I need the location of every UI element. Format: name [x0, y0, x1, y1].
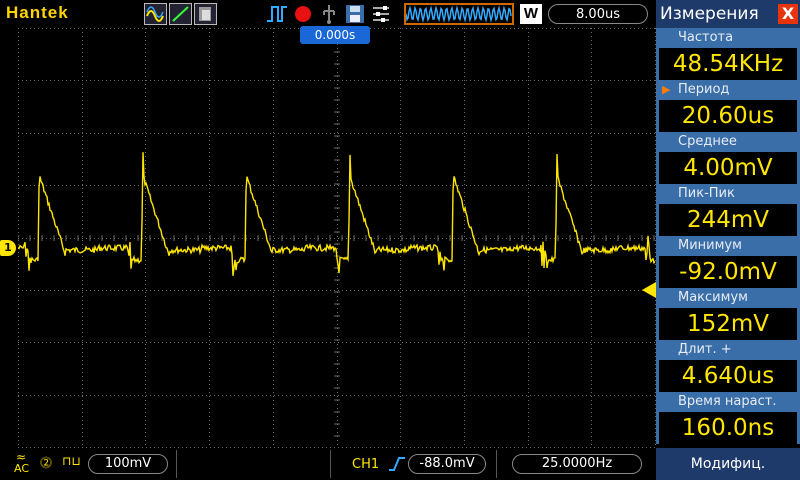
measurement-label: Минимум — [656, 236, 800, 256]
measurement-value: -92.0mV — [656, 256, 800, 288]
measurement-value: 244mV — [656, 204, 800, 236]
measurement-item[interactable]: Минимум -92.0mV — [656, 236, 800, 288]
status-bar: ≈ AC ⓶ ⊓⊔ 100mV CH1 -88.0mV 25.0000Hz — [0, 448, 656, 480]
xy-mode-icon[interactable] — [169, 3, 192, 25]
wave-button[interactable]: W — [520, 4, 542, 24]
measurement-value: 48.54KHz — [656, 48, 800, 80]
coupling-label: AC — [14, 462, 30, 475]
measurement-label: Частота — [656, 28, 800, 48]
measurement-item[interactable]: Максимум 152mV — [656, 288, 800, 340]
sidebar-title-text: Измерения — [660, 4, 759, 24]
measurements-sidebar: Измерения X Частота48.54KHzПериод20.60us… — [656, 0, 800, 480]
trigger-level-marker[interactable] — [642, 282, 656, 298]
scope-screen[interactable] — [17, 27, 656, 448]
rising-edge-icon — [389, 457, 405, 471]
top-toolbar: Hantek W 8.00us — [0, 0, 656, 28]
measurement-item[interactable]: Период20.60us — [656, 80, 800, 132]
measurement-item[interactable]: Длит. +4.640us — [656, 340, 800, 392]
ch1-offset-marker[interactable]: 1 — [0, 240, 16, 256]
measurement-value: 152mV — [656, 308, 800, 340]
measurement-label: Период — [656, 80, 800, 100]
trigger-frequency-readout[interactable]: 25.0000Hz — [512, 454, 642, 474]
display-mode-group — [144, 3, 217, 25]
measurement-item[interactable]: Время нараст. 160.0ns — [656, 392, 800, 444]
sidebar-title: Измерения X — [656, 0, 800, 28]
measurement-value: 160.0ns — [656, 412, 800, 444]
trigger-position-marker[interactable]: 0.000s — [300, 26, 370, 44]
usb-icon[interactable] — [318, 3, 340, 25]
measurement-label: Длит. + — [656, 340, 800, 360]
measurement-value: 4.00mV — [656, 152, 800, 184]
divider — [176, 450, 177, 478]
trigger-level-readout[interactable]: -88.0mV — [408, 454, 486, 474]
invert-icon: ⊓⊔ — [62, 454, 81, 468]
waveform-grid — [17, 27, 656, 448]
measurement-label: Время нараст. — [656, 392, 800, 412]
bandwidth-icon: ⓶ — [40, 456, 53, 470]
ch1-scale-readout[interactable]: 100mV — [88, 454, 168, 474]
ch1-trace — [17, 152, 656, 276]
persist-mode-icon[interactable] — [194, 3, 217, 25]
modify-button[interactable]: Модифиц. — [656, 448, 800, 480]
close-icon[interactable]: X — [778, 4, 798, 24]
save-icon[interactable] — [344, 3, 366, 25]
timebase-readout[interactable]: 8.00us — [548, 4, 648, 24]
trigger-icons — [266, 3, 392, 25]
divider — [330, 450, 331, 478]
measurement-item[interactable]: Пик-Пик 244mV — [656, 184, 800, 236]
measurement-item[interactable]: Среднее 4.00mV — [656, 132, 800, 184]
measurement-label: Максимум — [656, 288, 800, 308]
record-icon[interactable] — [292, 3, 314, 25]
brand-logo: Hantek — [6, 3, 69, 22]
measurement-value: 4.640us — [656, 360, 800, 392]
measurement-label: Пик-Пик — [656, 184, 800, 204]
divider — [496, 450, 497, 478]
measurement-item[interactable]: Частота 48.54KHz — [656, 28, 800, 80]
sine-mode-icon[interactable] — [144, 3, 167, 25]
pulse-trigger-icon[interactable] — [266, 3, 288, 25]
waveform-overview[interactable] — [404, 3, 514, 25]
measurement-value: 20.60us — [656, 100, 800, 132]
trigger-source-label: CH1 — [352, 457, 380, 472]
measurement-label: Среднее — [656, 132, 800, 152]
sliders-icon[interactable] — [370, 3, 392, 25]
